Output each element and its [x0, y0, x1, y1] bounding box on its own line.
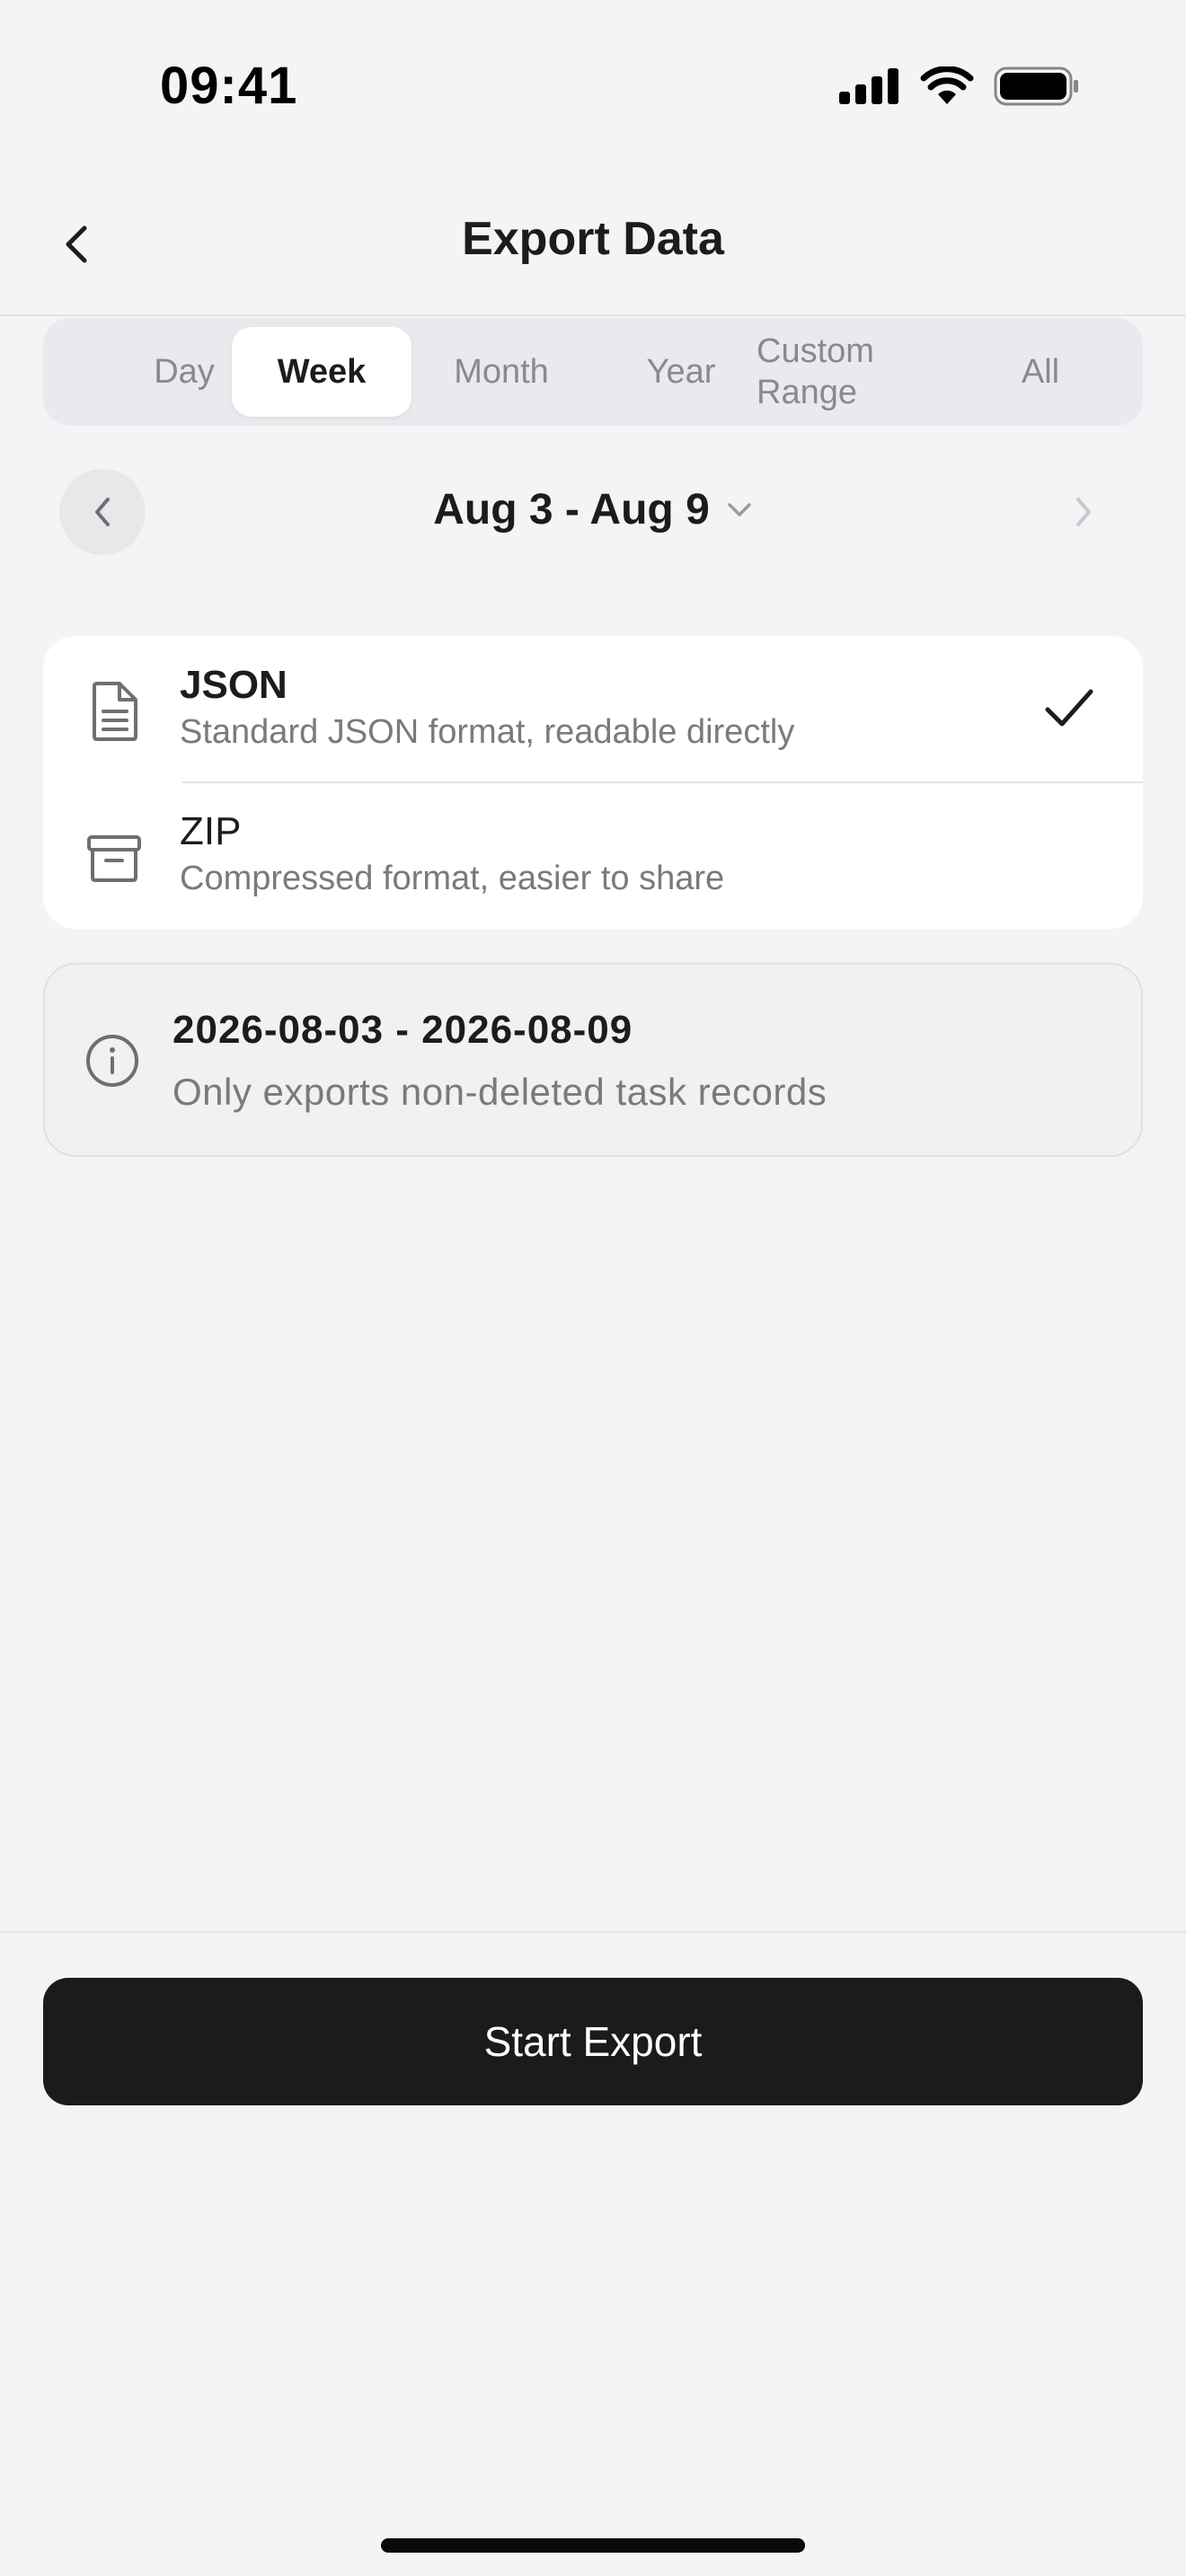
export-data-screen: 09:41 Export Data Day Week Month Year Cu… — [0, 0, 1186, 2576]
export-format-list: JSON Standard JSON format, readable dire… — [43, 636, 1143, 929]
format-option-zip[interactable]: ZIP Compressed format, easier to share — [43, 782, 1143, 929]
home-indicator — [381, 2538, 805, 2553]
page-title: Export Data — [462, 213, 724, 265]
bottom-divider — [0, 1931, 1186, 1933]
info-icon — [86, 1035, 138, 1087]
period-segmented-control: Day Week Month Year Custom Range All — [43, 318, 1143, 426]
start-export-button[interactable]: Start Export — [43, 1978, 1143, 2105]
segment-month[interactable]: Month — [412, 327, 591, 417]
checkmark-icon — [1045, 689, 1093, 727]
date-range-label: Aug 3 - Aug 9 — [433, 486, 710, 534]
format-option-json[interactable]: JSON Standard JSON format, readable dire… — [43, 636, 1143, 782]
format-title: JSON — [180, 663, 288, 707]
archive-box-icon — [84, 825, 144, 890]
status-bar: 09:41 — [0, 0, 1186, 171]
battery-icon — [994, 66, 1078, 106]
wifi-icon — [920, 66, 974, 104]
navigation-bar: Export Data — [0, 171, 1186, 316]
format-description: Compressed format, easier to share — [180, 860, 725, 897]
format-title: ZIP — [180, 809, 242, 853]
segment-all[interactable]: All — [951, 327, 1130, 417]
export-note: Only exports non-deleted task records — [173, 1071, 828, 1113]
export-info-card: 2026-08-03 - 2026-08-09 Only exports non… — [43, 963, 1143, 1157]
document-icon — [84, 679, 144, 744]
export-date-range: 2026-08-03 - 2026-08-09 — [173, 1008, 633, 1052]
chevron-down-icon — [728, 502, 751, 516]
cellular-signal-icon — [839, 68, 898, 104]
chevron-right-icon — [1076, 498, 1091, 526]
date-range-picker[interactable]: Aug 3 - Aug 9 — [43, 485, 1143, 534]
status-icons — [839, 65, 1080, 108]
format-description: Standard JSON format, readable directly — [180, 713, 795, 751]
segment-custom-range[interactable]: Custom Range — [746, 327, 943, 417]
next-period-button[interactable] — [1040, 469, 1127, 555]
segment-year[interactable]: Year — [591, 327, 771, 417]
date-navigator: Aug 3 - Aug 9 — [43, 467, 1143, 557]
segment-week[interactable]: Week — [232, 327, 412, 417]
status-time: 09:41 — [160, 57, 298, 115]
